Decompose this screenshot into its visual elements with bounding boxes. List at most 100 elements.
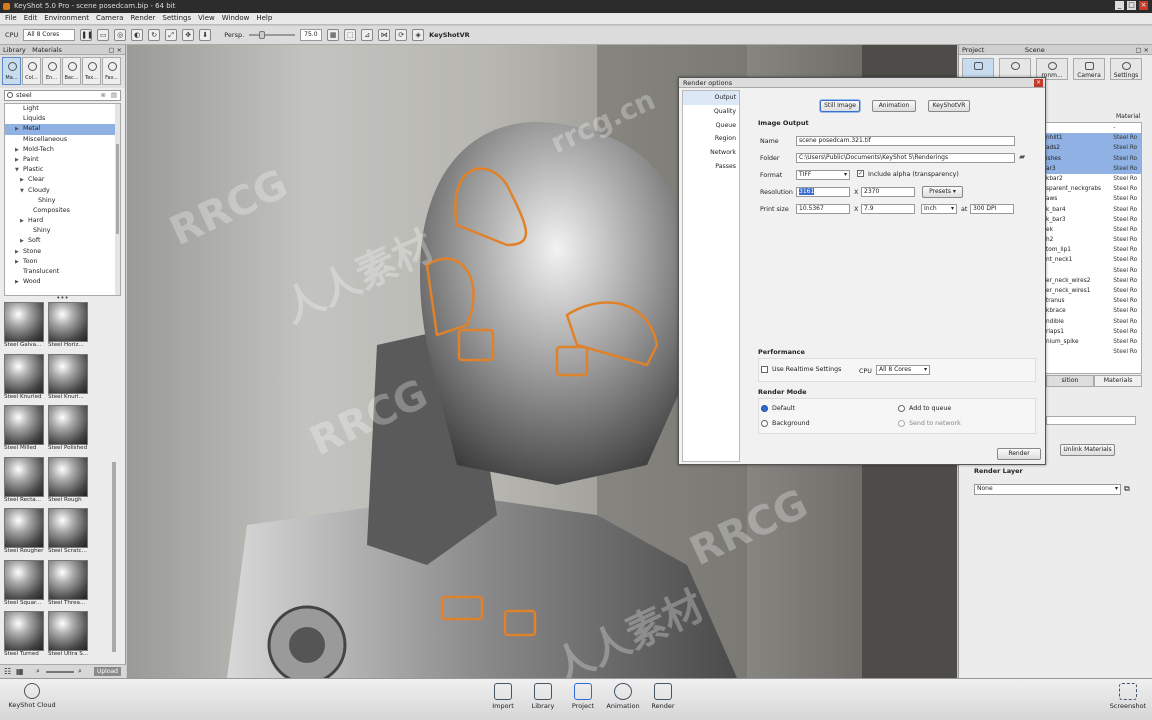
tree-item[interactable]: ▼ Plastic [5,165,120,175]
tree-scrollbar[interactable] [115,104,120,295]
material-thumbnail[interactable]: Steel Galva... [4,302,48,352]
scene-row[interactable]: h2 Steel Ro [1046,235,1141,245]
animation-bar-button[interactable]: Animation [605,683,641,710]
material-thumbnail[interactable]: Steel Recta... [4,456,48,507]
menu-item-edit[interactable]: Edit [24,14,38,23]
search-input[interactable]: steel ⊗ ▤ [4,90,121,101]
expand-icon[interactable]: ⤢ [165,29,178,41]
scene-row[interactable]: k_bar3 Steel Ro [1046,215,1141,225]
resolution-height-field[interactable]: 2370 [861,187,915,197]
layer-icon[interactable]: ⧉ [1124,484,1130,494]
screenshot-button[interactable]: Screenshot [1106,683,1150,710]
scene-row[interactable]: nt_neck1 Steel Ro [1046,255,1141,265]
library-tab-1[interactable]: Col... [22,57,41,85]
scene-row[interactable]: nhilt1 Steel Ro [1046,133,1141,144]
screen-icon[interactable]: ▭ [97,29,110,41]
alpha-checkbox[interactable]: ✓ [857,170,864,177]
unlink-materials-button[interactable]: Unlink Materials [1060,444,1115,456]
default-radio[interactable] [761,405,768,412]
library-tab-0[interactable]: Ma... [2,57,21,85]
menu-item-settings[interactable]: Settings [162,14,191,23]
tree-item[interactable]: ▶ Metal [5,124,120,135]
keyshot-cloud-button[interactable]: KeyShot Cloud [6,683,58,709]
still-image-button[interactable]: Still Image [820,100,860,112]
tree-item[interactable]: ▶ Mold-Tech [5,145,120,155]
maximize-button[interactable]: □ [1127,1,1136,10]
menu-item-help[interactable]: Help [256,14,272,23]
grid-view-icon[interactable]: ▦ [16,667,24,676]
tree-item[interactable]: ▶ Wood [5,277,120,287]
tree-expand-icon[interactable]: ▶ [20,216,28,226]
material-thumbnail[interactable]: Steel Ultra S... [48,611,92,660]
move-icon[interactable]: ✥ [182,29,195,41]
material-thumbnail[interactable]: Steel Rougher [4,508,48,558]
tree-expand-icon[interactable]: ▶ [20,175,28,185]
tree-item[interactable]: ▶ Hard [5,216,120,226]
keyshotvr-icon[interactable]: ◈ [412,29,425,41]
library-button[interactable]: Library [525,683,561,710]
tree-item[interactable]: Light [5,104,120,114]
scene-row[interactable]: Steel Ro [1046,347,1141,357]
material-thumbnail[interactable]: Steel Squar... [4,559,48,610]
render-nav-network[interactable]: Network [683,146,739,160]
keyshotvr-label[interactable]: KeyShotVR [429,31,470,39]
clear-search-icon[interactable]: ⊗ [101,91,106,100]
print-height-field[interactable]: 7.9 [861,204,915,214]
scene-row[interactable]: Steel Ro [1046,266,1141,276]
scene-row[interactable]: kbar2 Steel Ro [1046,174,1141,184]
render-nav-passes[interactable]: Passes [683,160,739,174]
dpi-field[interactable]: 300 DPI [970,204,1014,214]
scene-row[interactable]: k_bar4 Steel Ro [1046,205,1141,215]
tree-expand-icon[interactable]: ▶ [15,247,23,257]
tree-expand-icon[interactable]: ▶ [20,236,28,246]
tree-expand-icon[interactable]: ▶ [15,277,23,287]
format-select[interactable]: TIFF ▾ [796,170,850,180]
tree-item[interactable]: ▶ Paint [5,155,120,165]
library-tab-5[interactable]: Fav... [102,57,121,85]
tree-item[interactable]: ▶ Soft [5,236,120,246]
library-tab-3[interactable]: Bac... [62,57,81,85]
dialog-close-button[interactable]: × [1034,79,1043,87]
tree-item[interactable]: ▼ Cloudy [5,186,120,196]
project-button[interactable]: Project [565,683,601,710]
material-thumbnail[interactable]: Steel Knurl... [48,353,92,404]
scene-row[interactable]: ndible Steel Ro [1046,317,1141,327]
menu-item-render[interactable]: Render [130,14,155,23]
material-thumbnail[interactable]: Steel Turned [4,611,48,660]
resolution-width-field[interactable]: 3161 [796,187,850,197]
tree-expand-icon[interactable]: ▶ [15,155,23,165]
import-button[interactable]: Import [485,683,521,710]
tree-expand-icon[interactable]: ▶ [15,257,23,267]
close-button[interactable]: × [1139,1,1148,10]
tree-expand-icon[interactable]: ▶ [15,124,23,134]
tab-scene-materials[interactable]: Materials [1094,375,1142,387]
material-thumbnail[interactable]: Steel Polished [48,405,92,455]
unit-select[interactable]: Inch ▾ [921,204,957,214]
tree-expand-icon[interactable]: ▼ [15,165,23,175]
tree-item[interactable]: Translucent [5,267,120,277]
realtime-checkbox[interactable] [761,366,768,373]
render-nav-output[interactable]: Output [683,91,739,105]
material-thumbnail[interactable]: Steel Threa... [48,559,92,610]
render-bar-button[interactable]: Render [645,683,681,710]
refresh-icon[interactable]: ↻ [148,29,161,41]
pause-button[interactable]: ❚❚ [80,29,93,41]
cpu-select[interactable]: All 8 Cores [23,29,76,41]
minimize-button[interactable]: _ [1115,1,1124,10]
download-icon[interactable]: ⬇ [199,29,212,41]
background-radio[interactable] [761,420,768,427]
tree-item[interactable]: ▶ Clear [5,175,120,185]
zoom-in-icon[interactable]: ⌕ [78,667,82,676]
menu-item-camera[interactable]: Camera [96,14,123,23]
thumbnail-scrollbar[interactable] [112,462,116,652]
tree-item[interactable]: Liquids [5,114,120,124]
menu-item-file[interactable]: File [5,14,17,23]
scene-row[interactable]: ar3 Steel Ro [1046,163,1141,174]
name-field[interactable]: scene posedcam.321.tif [796,136,1015,146]
scene-row[interactable]: tom_lip1 Steel Ro [1046,245,1141,255]
scene-row[interactable]: kbrace Steel Ro [1046,306,1141,316]
tree-item[interactable]: Shiny [5,226,120,236]
pin-icon[interactable]: ⊿ [361,29,374,41]
cycle-icon[interactable]: ⟳ [395,29,408,41]
scene-row[interactable]: ishes Steel Ro [1046,153,1141,164]
